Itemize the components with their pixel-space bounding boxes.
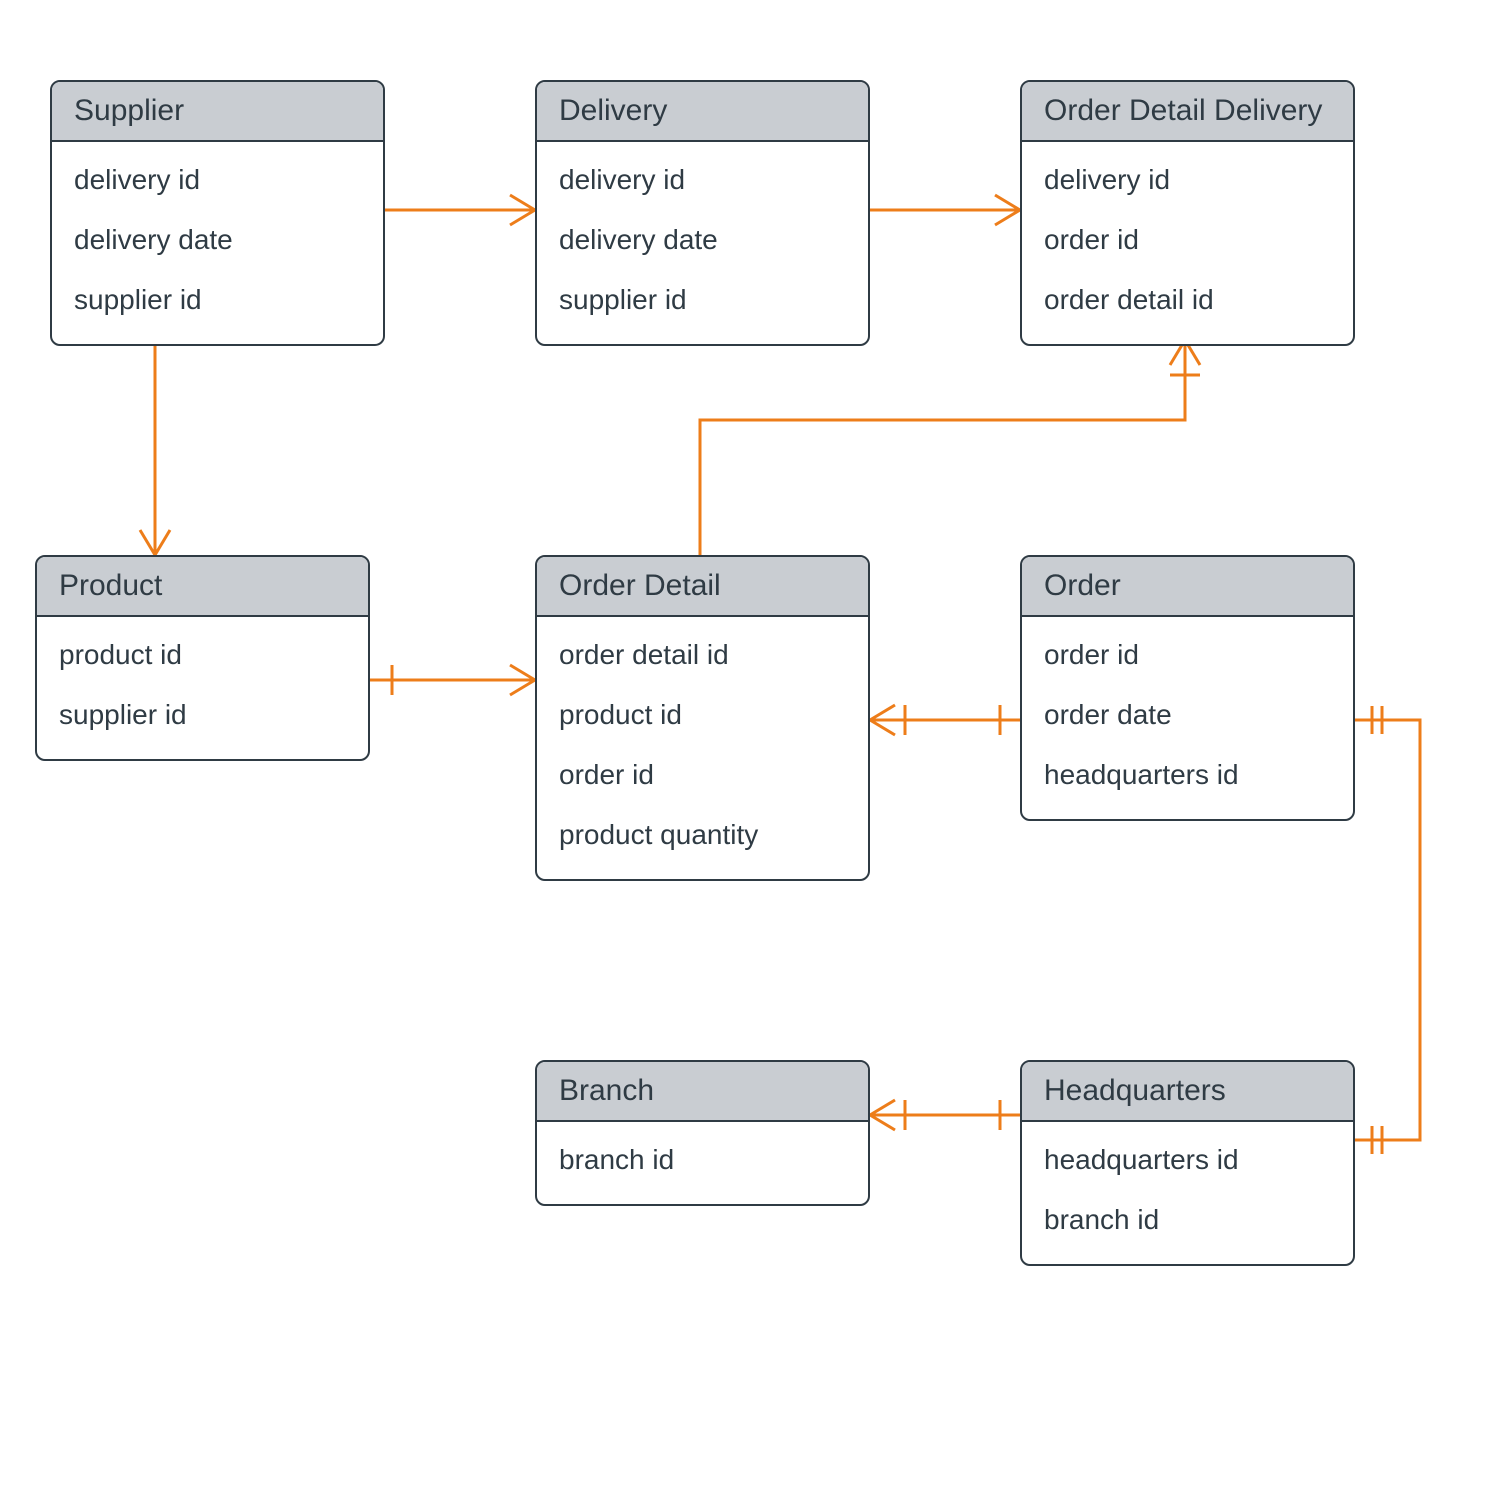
entity-attr: order detail id bbox=[1044, 270, 1331, 330]
entity-attr: product id bbox=[59, 625, 346, 685]
entity-attr: delivery id bbox=[1044, 150, 1331, 210]
entity-attr: delivery id bbox=[559, 150, 846, 210]
entity-attr: headquarters id bbox=[1044, 1130, 1331, 1190]
entity-attr: order date bbox=[1044, 685, 1331, 745]
entity-title: Delivery bbox=[537, 82, 868, 142]
entity-attr: order id bbox=[1044, 210, 1331, 270]
entity-attr: order id bbox=[1044, 625, 1331, 685]
entity-attr: supplier id bbox=[559, 270, 846, 330]
entity-delivery[interactable]: Delivery delivery id delivery date suppl… bbox=[535, 80, 870, 346]
entity-attrs: product id supplier id bbox=[37, 617, 368, 759]
entity-attr: supplier id bbox=[74, 270, 361, 330]
entity-attrs: branch id bbox=[537, 1122, 868, 1204]
entity-attr: product quantity bbox=[559, 805, 846, 865]
entity-attrs: delivery id delivery date supplier id bbox=[52, 142, 383, 344]
entity-attrs: order detail id product id order id prod… bbox=[537, 617, 868, 879]
er-diagram-canvas: Supplier delivery id delivery date suppl… bbox=[0, 0, 1500, 1500]
entity-attr: delivery date bbox=[74, 210, 361, 270]
entity-attrs: delivery id order id order detail id bbox=[1022, 142, 1353, 344]
entity-order-detail[interactable]: Order Detail order detail id product id … bbox=[535, 555, 870, 881]
entity-branch[interactable]: Branch branch id bbox=[535, 1060, 870, 1206]
entity-supplier[interactable]: Supplier delivery id delivery date suppl… bbox=[50, 80, 385, 346]
entity-product[interactable]: Product product id supplier id bbox=[35, 555, 370, 761]
entity-attrs: order id order date headquarters id bbox=[1022, 617, 1353, 819]
entity-attr: delivery id bbox=[74, 150, 361, 210]
entity-order[interactable]: Order order id order date headquarters i… bbox=[1020, 555, 1355, 821]
entity-attr: product id bbox=[559, 685, 846, 745]
entity-title: Supplier bbox=[52, 82, 383, 142]
entity-title: Order Detail Delivery bbox=[1022, 82, 1353, 142]
entity-headquarters[interactable]: Headquarters headquarters id branch id bbox=[1020, 1060, 1355, 1266]
entity-attr: order id bbox=[559, 745, 846, 805]
entity-attrs: headquarters id branch id bbox=[1022, 1122, 1353, 1264]
entity-attr: supplier id bbox=[59, 685, 346, 745]
entity-title: Headquarters bbox=[1022, 1062, 1353, 1122]
entity-attr: delivery date bbox=[559, 210, 846, 270]
entity-title: Order bbox=[1022, 557, 1353, 617]
entity-attr: branch id bbox=[559, 1130, 846, 1190]
entity-attr: branch id bbox=[1044, 1190, 1331, 1250]
entity-attr: headquarters id bbox=[1044, 745, 1331, 805]
entity-attrs: delivery id delivery date supplier id bbox=[537, 142, 868, 344]
entity-title: Branch bbox=[537, 1062, 868, 1122]
entity-title: Order Detail bbox=[537, 557, 868, 617]
entity-order-detail-delivery[interactable]: Order Detail Delivery delivery id order … bbox=[1020, 80, 1355, 346]
entity-attr: order detail id bbox=[559, 625, 846, 685]
entity-title: Product bbox=[37, 557, 368, 617]
